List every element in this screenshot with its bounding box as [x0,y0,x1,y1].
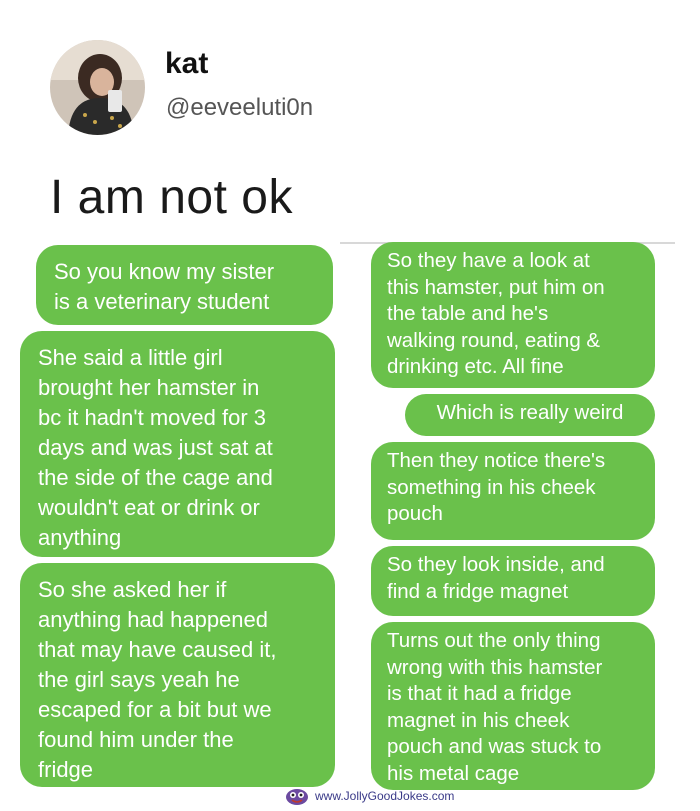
watermark-text[interactable]: www.JollyGoodJokes.com [315,789,454,803]
watermark: www.JollyGoodJokes.com [285,785,454,807]
message-bubble: Which is really weird [405,394,655,436]
tweet-text: I am not ok [50,171,293,224]
message-bubble: Turns out the only thing wrong with this… [371,622,655,790]
profile-avatar[interactable] [50,40,145,135]
message-bubble: So she asked her if anything had happene… [20,563,335,787]
message-bubble: So they look inside, and find a fridge m… [371,546,655,616]
message-bubble: So you know my sister is a veterinary st… [36,245,333,325]
cartoon-face-icon [286,789,308,805]
message-bubble: She said a little girl brought her hamst… [20,331,335,557]
profile-name[interactable]: kat [165,47,208,81]
profile-handle[interactable]: @eeveeluti0n [166,94,313,122]
message-bubble: Then they notice there's something in hi… [371,442,655,540]
message-bubble: So they have a look at this hamster, put… [371,242,655,388]
avatar-photo [50,40,145,135]
